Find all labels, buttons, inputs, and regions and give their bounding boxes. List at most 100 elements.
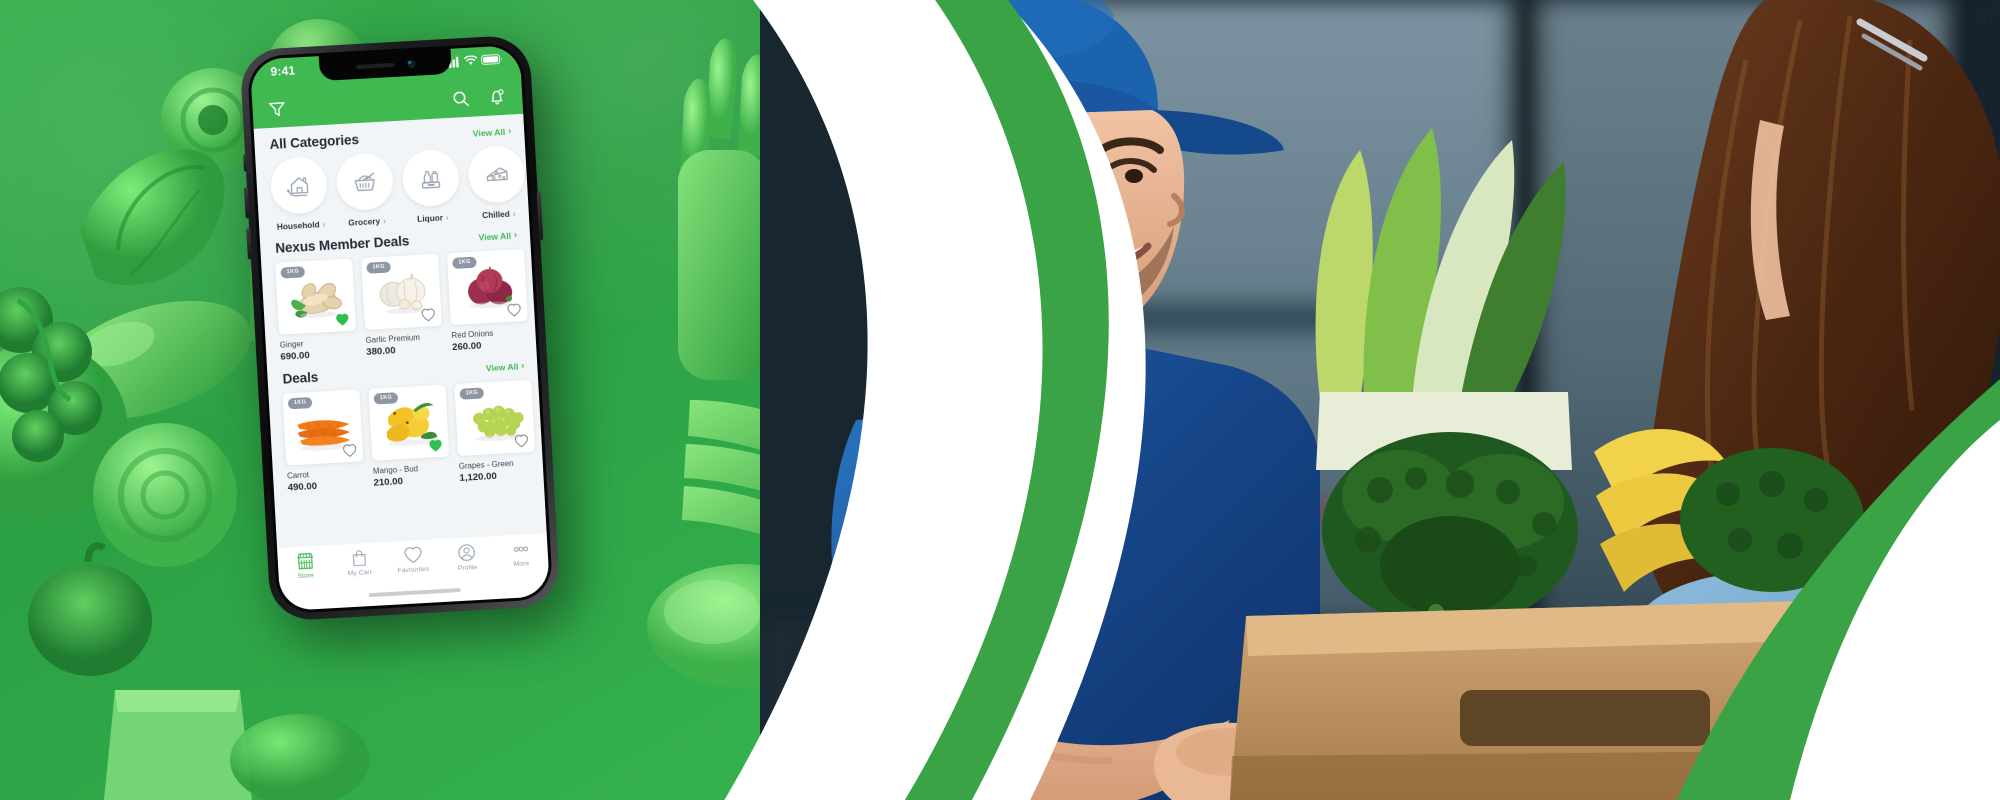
product-image-card[interactable]: 1KG	[282, 389, 364, 466]
status-icons	[445, 52, 503, 69]
product-image-card[interactable]: 1KG	[361, 253, 442, 330]
filter-funnel-icon[interactable]	[267, 99, 287, 119]
category-household[interactable]: Household ›	[269, 155, 329, 232]
tab-profile[interactable]: Profile	[443, 542, 490, 573]
chevron-right-icon: ›	[512, 208, 516, 219]
earpiece-speaker	[355, 62, 394, 69]
unit-badge: 1KG	[459, 387, 485, 400]
category-label: Chilled ›	[481, 208, 516, 221]
unit-badge: 1KG	[366, 261, 392, 274]
battery-icon	[481, 54, 502, 65]
favourite-heart-filled-icon[interactable]	[428, 439, 443, 453]
category-icon-wrap	[335, 152, 395, 212]
section-title: Deals	[282, 369, 319, 387]
cheese-wedge-icon	[486, 167, 508, 182]
phone-frame: 9:41 All Categories View All › Household…	[239, 34, 561, 622]
shopping-bag-icon	[352, 550, 366, 567]
product-card-carrot[interactable]: 1KG Carrot 490.00	[282, 389, 364, 494]
user-circle-icon	[458, 544, 475, 561]
category-label: Grocery ›	[348, 216, 386, 228]
unit-badge: 1KG	[287, 397, 313, 410]
product-price: 210.00	[373, 476, 404, 489]
storefront-icon	[296, 553, 313, 570]
app-header-actions	[451, 87, 507, 109]
product-card-garlic-premium[interactable]: 1KG Garlic Premium 380.00	[361, 253, 443, 358]
category-grocery[interactable]: Grocery ›	[335, 152, 395, 228]
product-card-ginger[interactable]: 1KG Ginger 690.00	[275, 258, 357, 363]
favourite-heart-outline-icon[interactable]	[421, 308, 436, 322]
delivery-photo	[760, 0, 2000, 800]
category-icon-wrap	[401, 148, 461, 208]
favourite-heart-outline-icon[interactable]	[342, 444, 357, 458]
nexus-deals-carousel[interactable]: 1KG Ginger 690.00 1KG Garlic Premium 380…	[261, 248, 536, 364]
phone-mockup: 9:41 All Categories View All › Household…	[239, 34, 561, 622]
delivery-illustration	[760, 0, 2000, 800]
front-camera	[406, 59, 415, 68]
tab-label: Store	[297, 572, 315, 581]
tab-more[interactable]: More	[497, 539, 544, 569]
category-icon-wrap	[467, 144, 527, 204]
app-content[interactable]: All Categories View All › Household › Gr…	[253, 113, 547, 549]
grocery-basket-icon	[354, 172, 375, 192]
view-all-label: View All	[472, 126, 506, 139]
category-liquor[interactable]: Liquor ›	[401, 148, 461, 225]
status-time: 9:41	[270, 63, 296, 79]
ellipsis-icon	[513, 546, 528, 552]
liquor-bottles-icon	[421, 170, 441, 189]
chevron-right-icon: ›	[445, 212, 449, 222]
view-all-categories-link[interactable]: View All ›	[472, 125, 512, 139]
tab-label: Favourites	[397, 565, 430, 575]
notification-bell-icon[interactable]	[487, 87, 507, 107]
product-price: 1,120.00	[459, 470, 498, 484]
silence-switch[interactable]	[243, 154, 248, 172]
tab-label: More	[513, 560, 530, 569]
favourite-heart-outline-icon[interactable]	[507, 303, 522, 317]
view-all-label: View All	[478, 230, 512, 242]
category-chilled[interactable]: Chilled ›	[467, 144, 527, 221]
notch	[318, 48, 452, 82]
product-price: 490.00	[287, 480, 318, 494]
category-label-text: Grocery	[348, 215, 381, 228]
tab-favourites[interactable]: Favourites	[389, 545, 436, 575]
tab-label: My Cart	[347, 568, 372, 578]
product-image-card[interactable]: 1KG	[368, 384, 450, 461]
wifi-icon	[463, 55, 478, 65]
chevron-right-icon: ›	[520, 360, 525, 371]
product-image-card[interactable]: 1KG	[275, 258, 357, 335]
category-label-text: Chilled	[481, 208, 511, 221]
favourite-heart-outline-icon[interactable]	[514, 434, 529, 448]
search-icon[interactable]	[451, 89, 471, 109]
product-card-mango-bud[interactable]: 1KG Mango - Bud 210.00	[368, 384, 450, 489]
phone-screen: 9:41 All Categories View All › Household…	[249, 44, 551, 612]
phone-bezel: 9:41 All Categories View All › Household…	[246, 41, 554, 615]
favourite-heart-filled-icon[interactable]	[335, 313, 350, 327]
view-all-deals-link[interactable]: View All ›	[485, 360, 525, 373]
tab-store[interactable]: Store	[281, 551, 328, 581]
unit-badge: 1KG	[452, 256, 478, 269]
unit-badge: 1KG	[373, 392, 399, 405]
chevron-right-icon: ›	[382, 216, 386, 226]
category-label: Liquor ›	[416, 212, 449, 224]
chevron-right-icon: ›	[513, 229, 518, 240]
product-image-card[interactable]: 1KG	[454, 379, 536, 456]
product-card-grapes-green[interactable]: 1KG Grapes - Green 1,120.00	[454, 379, 536, 484]
volume-down-button[interactable]	[246, 228, 252, 260]
deals-carousel[interactable]: 1KG Carrot 490.00 1KG Mango - Bud 210.00…	[268, 378, 543, 494]
chevron-right-icon: ›	[507, 125, 512, 136]
categories-carousel[interactable]: Household › Grocery › Liquor › Chilled ›	[255, 144, 529, 233]
section-title: All Categories	[269, 132, 360, 152]
tab-my-cart[interactable]: My Cart	[335, 548, 382, 578]
house-in-hand-icon	[287, 177, 309, 197]
unit-badge: 1KG	[280, 266, 306, 279]
promo-banner: 9:41 All Categories View All › Household…	[0, 0, 2000, 800]
view-all-label: View All	[485, 360, 519, 373]
product-image-card[interactable]: 1KG	[446, 248, 528, 326]
product-card-red-onions[interactable]: 1KG Red Onions 260.00	[446, 248, 529, 353]
volume-up-button[interactable]	[243, 187, 250, 219]
chevron-right-icon: ›	[322, 219, 326, 229]
category-icon-wrap	[269, 155, 329, 215]
category-label-text: Liquor	[416, 212, 444, 224]
view-all-nexus-deals-link[interactable]: View All ›	[478, 229, 518, 242]
heart-icon	[403, 546, 422, 563]
tab-label: Profile	[457, 564, 478, 573]
